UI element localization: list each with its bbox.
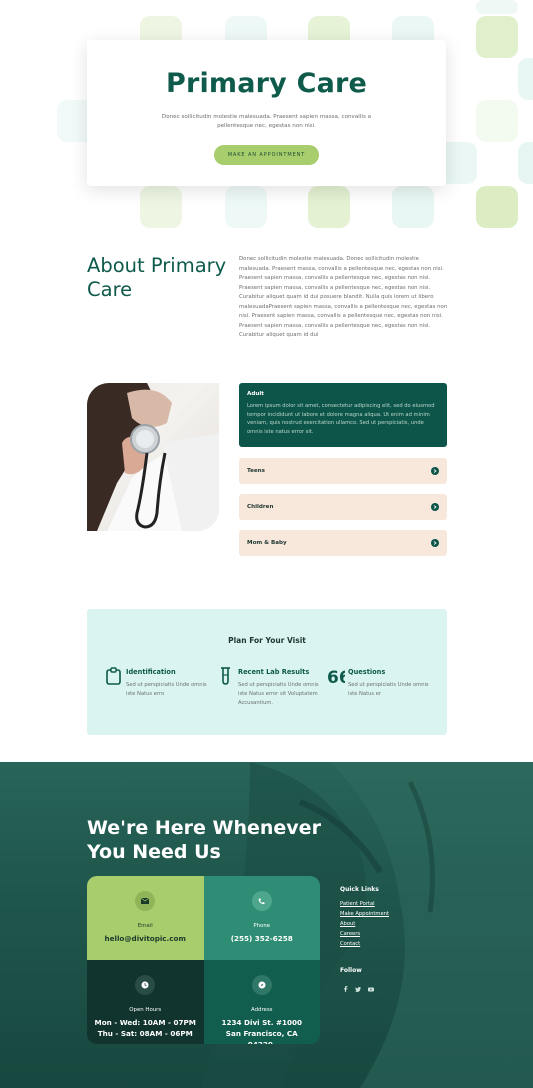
youtube-icon[interactable]	[366, 984, 376, 994]
address-value: 1234 Divi St. #1000 San Francisco, CA 94…	[221, 1018, 302, 1044]
chevron-right-icon	[431, 467, 439, 475]
decor-tile	[518, 58, 533, 100]
phone-icon	[251, 891, 272, 911]
facebook-icon[interactable]	[340, 984, 350, 994]
accordion-item-adult[interactable]: Adult Lorem ipsum dolor sit amet, consec…	[239, 383, 447, 447]
link-about[interactable]: About	[340, 921, 460, 927]
make-appointment-button[interactable]: MAKE AN APPOINTMENT	[213, 145, 320, 165]
accordion-label: Mom & Baby	[247, 540, 287, 546]
accordion-item-mom-baby[interactable]: Mom & Baby	[239, 530, 447, 556]
open-hours-card: Open Hours Mon - Wed: 10AM - 07PM Thu - …	[87, 960, 204, 1044]
decor-tile	[476, 186, 518, 228]
quote-icon: 66	[327, 666, 351, 688]
test-tube-icon	[217, 666, 235, 686]
phone-value: (255) 352-6258	[230, 934, 293, 943]
phone-card[interactable]: Phone (255) 352-6258	[203, 876, 320, 960]
feature-desc: Sed ut perspiciatis Unde omnis iste Natu…	[126, 682, 207, 697]
accordion-item-teens[interactable]: Teens	[239, 458, 447, 484]
feature-title: Identification	[126, 668, 176, 676]
accordion-body: Lorem ipsum dolor sit amet, consectetur …	[247, 403, 435, 435]
decor-tile	[476, 16, 518, 58]
hours-caption: Open Hours	[129, 1007, 162, 1013]
feature-desc: Sed ut perspiciatis Unde omnis iste Natu…	[238, 682, 319, 706]
accordion-title: Adult	[247, 391, 264, 397]
accordion-item-children[interactable]: Children	[239, 494, 447, 520]
contact-section: We're Here Whenever You Need Us Email he…	[0, 762, 533, 1088]
plan-title: Plan For Your Visit	[228, 636, 306, 645]
chevron-right-icon	[431, 539, 439, 547]
accordion-label: Teens	[247, 468, 265, 474]
quick-links-title: Quick Links	[340, 886, 379, 893]
decor-tile	[476, 100, 518, 142]
hours-value: Mon - Wed: 10AM - 07PM Thu - Sat: 08AM -…	[94, 1018, 196, 1038]
hero-description: Donec sollicitudin molestie malesuada. P…	[161, 114, 372, 129]
decor-tile	[392, 186, 434, 228]
decor-tile	[140, 186, 182, 228]
link-careers[interactable]: Careers	[340, 931, 460, 937]
contact-title: We're Here Whenever You Need Us	[87, 817, 321, 863]
twitter-icon[interactable]	[353, 984, 363, 994]
link-make-appointment[interactable]: Make Appointment	[340, 911, 460, 917]
feature-title: Questions	[348, 668, 386, 676]
link-contact[interactable]: Contact	[340, 941, 460, 947]
decor-tile	[518, 142, 533, 184]
decor-tile	[225, 186, 267, 228]
phone-caption: Phone	[253, 923, 271, 929]
feature-desc: Sed ut perspiciatis Unde omnis iste Natu…	[348, 682, 429, 697]
clock-icon	[135, 975, 156, 995]
email-caption: Email	[137, 923, 153, 929]
email-value: hello@divitopic.com	[104, 934, 186, 943]
feature-title: Recent Lab Results	[238, 668, 310, 676]
envelope-icon	[135, 891, 156, 911]
follow-title: Follow	[340, 967, 362, 974]
compass-icon	[251, 975, 272, 995]
chevron-right-icon	[431, 503, 439, 511]
decor-tile	[308, 186, 350, 228]
address-card: Address 1234 Divi St. #1000 San Francisc…	[203, 960, 320, 1044]
link-patient-portal[interactable]: Patient Portal	[340, 901, 460, 907]
hero-card: Primary Care Donec sollicitudin molestie…	[87, 40, 446, 186]
svg-text:66: 66	[327, 668, 345, 686]
email-card[interactable]: Email hello@divitopic.com	[87, 876, 204, 960]
accordion-label: Children	[247, 504, 274, 510]
quick-links: Quick Links Patient Portal Make Appointm…	[340, 886, 460, 947]
contact-grid: Email hello@divitopic.com Phone (255) 35…	[87, 876, 320, 1044]
doctor-illustration	[87, 383, 219, 531]
hero-section: Primary Care Donec sollicitudin molestie…	[0, 0, 533, 228]
about-text: Donec sollicitudin molestie malesuada. D…	[239, 256, 448, 338]
doctor-photo	[87, 383, 219, 531]
about-title: About Primary Care	[87, 254, 227, 301]
clipboard-icon	[105, 666, 123, 686]
page-title: Primary Care	[165, 68, 368, 99]
plan-visit-section: Plan For Your Visit Identification Sed u…	[87, 609, 447, 735]
address-caption: Address	[251, 1007, 273, 1013]
decor-tile	[476, 0, 518, 14]
